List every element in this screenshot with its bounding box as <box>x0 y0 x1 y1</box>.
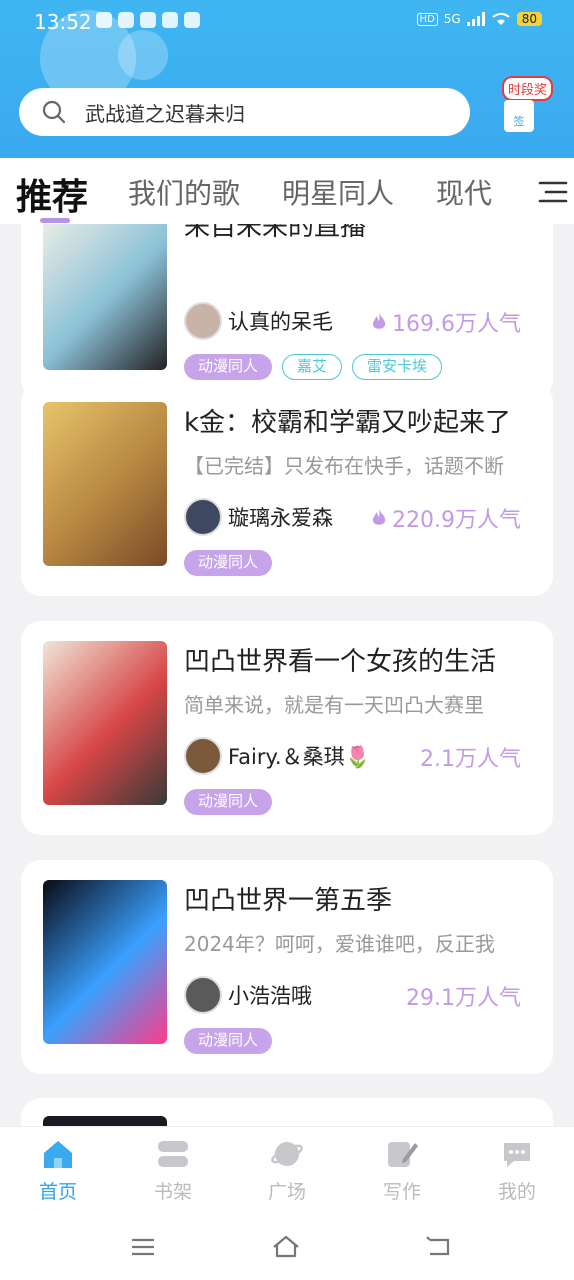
notification-app-icon <box>162 12 178 28</box>
nav-label: 广场 <box>267 1181 306 1203</box>
tab-celebrity-fanfic[interactable]: 明星同人 <box>282 172 394 212</box>
author-name: 璇璃永爱森 <box>228 506 333 530</box>
story-cover <box>43 224 167 370</box>
menu-icon[interactable] <box>128 1232 158 1262</box>
popularity-count: 169.6万人气 <box>370 306 521 338</box>
popularity-count: 2.1万人气 <box>420 741 521 773</box>
top-header: 13:52 HD 5G 80 武战道之迟暮未归 时段奖 签 <box>0 0 574 158</box>
popularity-value: 2.1万人气 <box>420 747 521 772</box>
category-tabs: 推荐 我们的歌 明星同人 现代 宠 <box>0 158 574 224</box>
tab-recommend[interactable]: 推荐 <box>16 168 88 220</box>
story-author[interactable]: 璇璃永爱森 <box>184 498 333 536</box>
story-tags: 动漫同人 <box>184 550 273 576</box>
chat-bubble-icon <box>504 1143 530 1167</box>
reward-tag: 时段奖 <box>502 76 554 101</box>
nav-mine[interactable]: 我的 <box>477 1137 557 1204</box>
notification-app-icon <box>140 12 156 28</box>
author-name: Fairy.＆桑琪🌷 <box>228 745 371 769</box>
nav-write[interactable]: 写作 <box>362 1137 442 1204</box>
story-title: 来自未来的直播 <box>184 224 367 242</box>
story-cover <box>43 1116 167 1126</box>
status-bar: 13:52 HD 5G 80 <box>0 0 574 44</box>
flame-icon <box>372 313 386 329</box>
tag-pill[interactable]: 动漫同人 <box>184 550 273 576</box>
pen-icon <box>388 1142 418 1167</box>
author-name: 小浩浩哦 <box>228 984 312 1008</box>
avatar <box>184 976 222 1014</box>
story-title: k金：校霸和学霸又吵起来了 <box>184 408 512 438</box>
story-cover <box>43 402 167 566</box>
nav-bookshelf[interactable]: 书架 <box>133 1137 213 1204</box>
tag-pill[interactable]: 动漫同人 <box>184 1028 273 1054</box>
story-author[interactable]: 小浩浩哦 <box>184 976 312 1014</box>
author-name: 认真的呆毛 <box>228 310 333 334</box>
flame-icon <box>372 509 386 525</box>
tab-our-songs[interactable]: 我们的歌 <box>128 172 240 212</box>
checkin-icon: 签 <box>504 100 534 132</box>
story-description: 2024年？呵呵，爱谁谁吧，反正我 <box>184 932 495 956</box>
story-cover <box>43 641 167 805</box>
home-icon <box>44 1141 72 1168</box>
story-feed: 来自未来的直播 认真的呆毛 169.6万人气 动漫同人 嘉艾 雷安卡埃 k金：校霸和学霸又吵… <box>0 224 574 1126</box>
avatar <box>184 737 222 775</box>
tag-pill[interactable]: 嘉艾 <box>282 354 343 380</box>
signal-icon <box>466 12 485 26</box>
tag-pill[interactable]: 动漫同人 <box>184 354 273 380</box>
tab-modern[interactable]: 现代 <box>436 172 492 212</box>
hd-icon: HD <box>416 12 438 26</box>
story-card[interactable]: 来自未来的直播认真的呆毛 169.6万人气动漫同人 嘉艾 雷安卡埃 <box>21 224 553 400</box>
battery-icon: 80 <box>516 12 542 26</box>
popularity-value: 29.1万人气 <box>406 986 521 1011</box>
avatar <box>184 498 222 536</box>
search-placeholder: 武战道之迟暮未归 <box>85 101 245 126</box>
search-icon <box>42 100 66 124</box>
status-right: HD 5G 80 <box>416 12 542 26</box>
story-tags: 动漫同人 <box>184 789 273 815</box>
nav-square[interactable]: 广场 <box>247 1137 327 1204</box>
notification-icons <box>96 12 200 28</box>
story-title: 凹凸世界看一个女孩的生活 <box>184 647 497 677</box>
nav-label: 首页 <box>38 1181 77 1203</box>
checkin-reward-button[interactable]: 时段奖 签 <box>500 72 562 134</box>
back-icon[interactable] <box>424 1232 454 1262</box>
home-button-icon[interactable] <box>271 1232 301 1262</box>
system-nav-bar <box>0 1216 574 1280</box>
story-cover <box>43 880 167 1044</box>
story-card[interactable]: 凹凸世界看一个女孩的生活简单来说，就是有一天凹凸大赛里 Fairy.＆桑琪🌷 2.1… <box>21 621 553 835</box>
story-card-partial[interactable] <box>21 1098 553 1126</box>
bottom-nav: 首页 书架 广场 写作 我的 <box>0 1126 574 1216</box>
story-description: 简单来说，就是有一天凹凸大赛里 <box>184 693 484 717</box>
nav-label: 我的 <box>497 1181 536 1203</box>
active-tab-indicator <box>40 218 70 223</box>
popularity-value: 169.6万人气 <box>392 312 521 337</box>
nav-label: 书架 <box>153 1181 192 1203</box>
story-tags: 动漫同人 <box>184 1028 273 1054</box>
story-tags: 动漫同人 嘉艾 雷安卡埃 <box>184 354 443 380</box>
notification-app-icon <box>184 12 200 28</box>
avatar <box>184 302 222 340</box>
popularity-count: 220.9万人气 <box>370 502 521 534</box>
nav-home[interactable]: 首页 <box>18 1137 98 1204</box>
bookshelf-icon <box>158 1141 188 1167</box>
tag-pill[interactable]: 动漫同人 <box>184 789 273 815</box>
popularity-value: 220.9万人气 <box>392 508 521 533</box>
status-time: 13:52 <box>34 10 92 34</box>
tab-menu-icon[interactable] <box>538 180 568 204</box>
story-author[interactable]: Fairy.＆桑琪🌷 <box>184 737 371 775</box>
story-title: 凹凸世界一第五季 <box>184 886 393 916</box>
notification-app-icon <box>96 12 112 28</box>
wifi-icon <box>492 13 510 25</box>
tag-pill[interactable]: 雷安卡埃 <box>352 354 443 380</box>
search-bar[interactable]: 武战道之迟暮未归 <box>19 88 470 136</box>
nav-label: 写作 <box>382 1181 421 1203</box>
popularity-count: 29.1万人气 <box>406 980 521 1012</box>
story-card[interactable]: 凹凸世界一第五季 2024年？呵呵，爱谁谁吧，反正我小浩浩哦 29.1万人气动漫同人 <box>21 860 553 1074</box>
story-description: 【已完结】只发布在快手，话题不断 <box>184 454 504 478</box>
network-label: 5G <box>443 12 461 26</box>
planet-icon <box>271 1142 303 1166</box>
story-author[interactable]: 认真的呆毛 <box>184 302 333 340</box>
story-card[interactable]: k金：校霸和学霸又吵起来了【已完结】只发布在快手，话题不断璇璃永爱森 220.9万… <box>21 382 553 596</box>
notification-app-icon <box>118 12 134 28</box>
